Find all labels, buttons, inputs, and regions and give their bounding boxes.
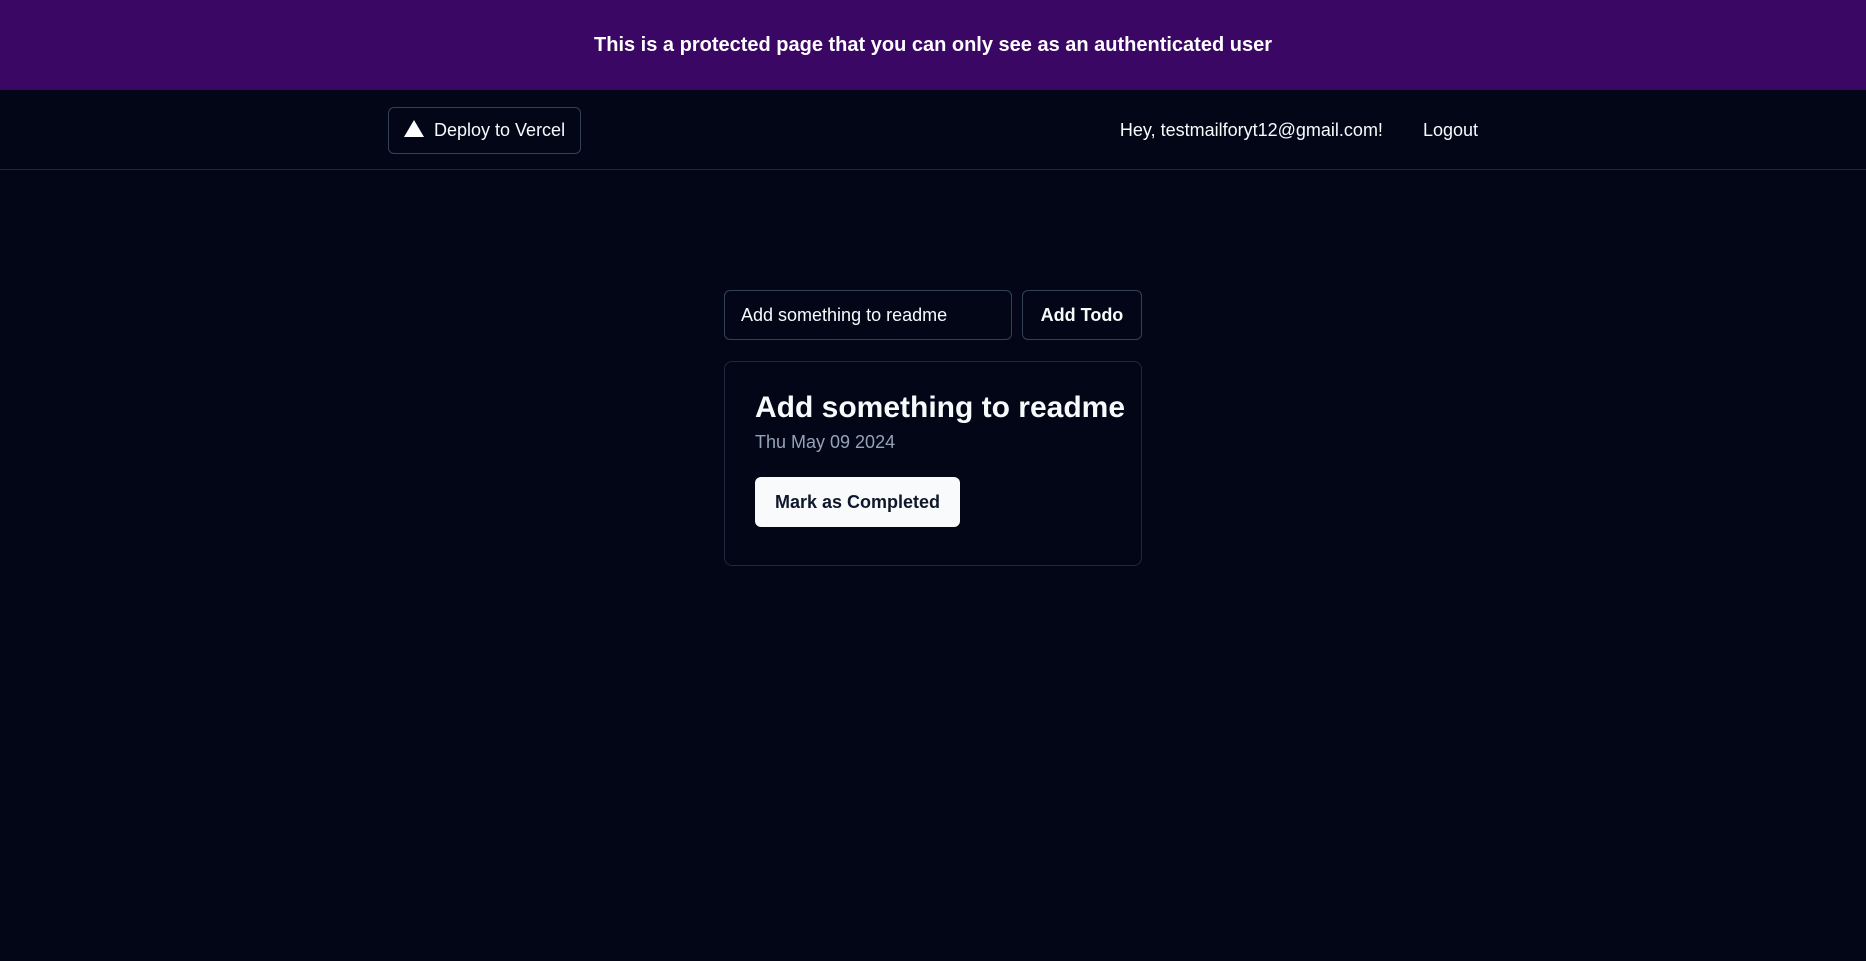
nav-user-area: Hey, testmailforyt12@gmail.com! Logout <box>1120 120 1478 141</box>
todo-date: Thu May 09 2024 <box>755 432 896 452</box>
mark-completed-button[interactable]: Mark as Completed <box>755 477 961 527</box>
todo-input[interactable] <box>724 290 1012 340</box>
main-content: Add Todo Add something to readme Thu May… <box>724 290 1142 566</box>
logout-button[interactable]: Logout <box>1423 120 1478 141</box>
todo-title: Add something to readme <box>755 391 1126 424</box>
triangle-icon <box>404 119 424 137</box>
add-todo-button[interactable]: Add Todo <box>1022 290 1142 340</box>
todo-card: Add something to readme Thu May 09 2024 … <box>724 361 1142 566</box>
user-greeting: Hey, testmailforyt12@gmail.com! <box>1119 119 1383 140</box>
deploy-to-vercel-button[interactable]: Deploy to Vercel <box>388 106 582 154</box>
navbar-inner: Deploy to Vercel Hey, testmailforyt12@gm… <box>388 90 1478 170</box>
auth-banner-text: This is a protected page that you can on… <box>594 33 1272 56</box>
auth-banner: This is a protected page that you can on… <box>0 0 1866 90</box>
deploy-label: Deploy to Vercel <box>434 119 566 140</box>
add-todo-form: Add Todo <box>724 290 1142 340</box>
navbar: Deploy to Vercel Hey, testmailforyt12@gm… <box>0 90 1866 170</box>
